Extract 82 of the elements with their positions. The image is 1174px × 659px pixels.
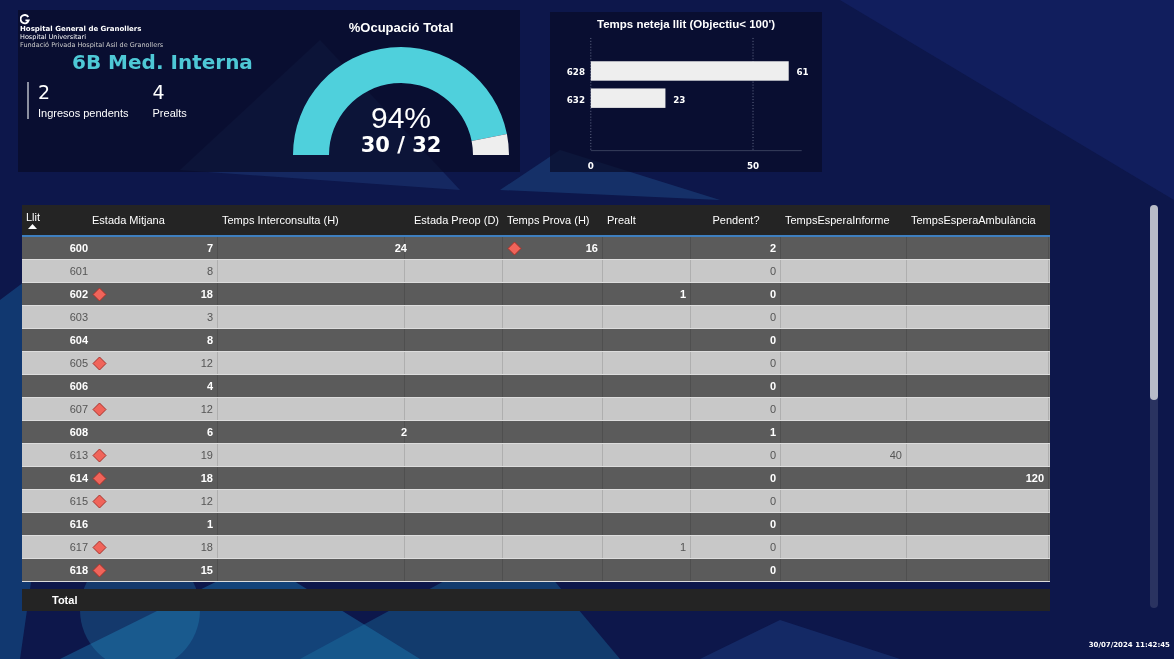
scrollbar-thumb[interactable] <box>1150 205 1158 400</box>
table-cell: 12 <box>200 357 213 369</box>
column-header[interactable]: Estada Mitjana <box>92 214 214 226</box>
table-cell: 8 <box>206 265 213 277</box>
table-cell: 1 <box>679 541 686 553</box>
kpi-value: 2 <box>38 82 52 103</box>
table-cell: 24 <box>394 242 407 254</box>
kpi-value: 4 <box>152 82 166 103</box>
table-cell: 615 <box>69 495 88 507</box>
table-cell: 120 <box>1025 472 1044 484</box>
table-cell: 614 <box>69 472 88 484</box>
logo-icon <box>20 14 30 25</box>
table-cell: 0 <box>769 564 776 576</box>
category-label: 632 <box>566 94 585 105</box>
table-cell: 0 <box>769 495 776 507</box>
table-cell: 603 <box>69 311 88 323</box>
unit-title: 6B Med. Interna <box>72 50 254 74</box>
table-cell: 604 <box>69 334 88 346</box>
table-cell: 18 <box>200 472 213 484</box>
table-cell: 7 <box>206 242 213 254</box>
table-cell: 1 <box>769 426 776 438</box>
table-cell: 602 <box>69 288 88 300</box>
column-header[interactable]: TempsEsperaInforme <box>785 214 903 226</box>
table-cell: 605 <box>69 357 88 369</box>
table-cell: 16 <box>585 242 598 254</box>
table-cell: 617 <box>69 541 88 553</box>
gauge-track <box>471 133 509 155</box>
table-cell: 606 <box>69 380 88 392</box>
gauge-title: %Ocupació Total <box>348 20 454 35</box>
table-cell: 1 <box>679 288 686 300</box>
column-header[interactable]: Estada Preop (D) <box>414 214 499 226</box>
category-label: 628 <box>566 67 585 78</box>
scrollbar-track[interactable] <box>1150 205 1158 608</box>
gauge-percent: 94% <box>370 103 431 133</box>
table-cell: 0 <box>769 334 776 346</box>
table-cell: 12 <box>200 403 213 415</box>
kpi-label: Ingresos pendents <box>38 106 129 119</box>
sort-icon[interactable] <box>28 224 37 229</box>
table-cell: 4 <box>206 380 213 392</box>
column-header[interactable]: Prealt <box>607 214 687 226</box>
table-cell: 0 <box>769 449 776 461</box>
table-cell: 601 <box>69 265 88 277</box>
table-cell: 8 <box>206 334 213 346</box>
table-cell: 0 <box>769 403 776 415</box>
table-cell: 12 <box>200 495 213 507</box>
table-cell: 40 <box>889 449 902 461</box>
table-cell: 613 <box>69 449 88 461</box>
table-cell: 0 <box>769 265 776 277</box>
column-header[interactable]: TempsEsperaAmbulància <box>911 214 1045 226</box>
table-cell: 18 <box>200 541 213 553</box>
table-cell: 0 <box>769 380 776 392</box>
table-cell: 616 <box>69 518 88 530</box>
tick-label: 50 <box>746 160 760 171</box>
table-cell: 0 <box>769 357 776 369</box>
total-label: Total <box>52 594 78 606</box>
table-cell: 18 <box>200 288 213 300</box>
table-cell: 0 <box>769 541 776 553</box>
table-cell: 0 <box>769 288 776 300</box>
column-header[interactable]: Pendent? <box>712 214 760 226</box>
gauge-ratio: 30 / 32 <box>360 135 442 156</box>
table-cell: 618 <box>69 564 88 576</box>
table-cell: 6 <box>206 426 213 438</box>
column-header[interactable]: Llit <box>26 211 84 223</box>
chart-title: Temps neteja llit (Objectiu< 100') <box>597 18 775 30</box>
table-cell: 608 <box>69 426 88 438</box>
column-header[interactable]: Temps Interconsulta (H) <box>222 214 401 226</box>
table-cell: 15 <box>200 564 213 576</box>
value-label: 23 <box>673 94 686 105</box>
table-cell: 0 <box>769 472 776 484</box>
table-cell: 3 <box>206 311 213 323</box>
table-cell: 607 <box>69 403 88 415</box>
column-header[interactable]: Temps Prova (H) <box>507 214 599 226</box>
table-cell: 19 <box>200 449 213 461</box>
table-cell: 600 <box>69 242 88 254</box>
table-cell: 1 <box>206 518 213 530</box>
tick-label: 0 <box>587 160 594 171</box>
table-cell: 0 <box>769 311 776 323</box>
value-label: 61 <box>796 67 809 78</box>
table-cell: 2 <box>769 242 776 254</box>
table-cell: 0 <box>769 518 776 530</box>
table-cell: 2 <box>400 426 407 438</box>
kpi-label: Prealts <box>152 106 187 119</box>
